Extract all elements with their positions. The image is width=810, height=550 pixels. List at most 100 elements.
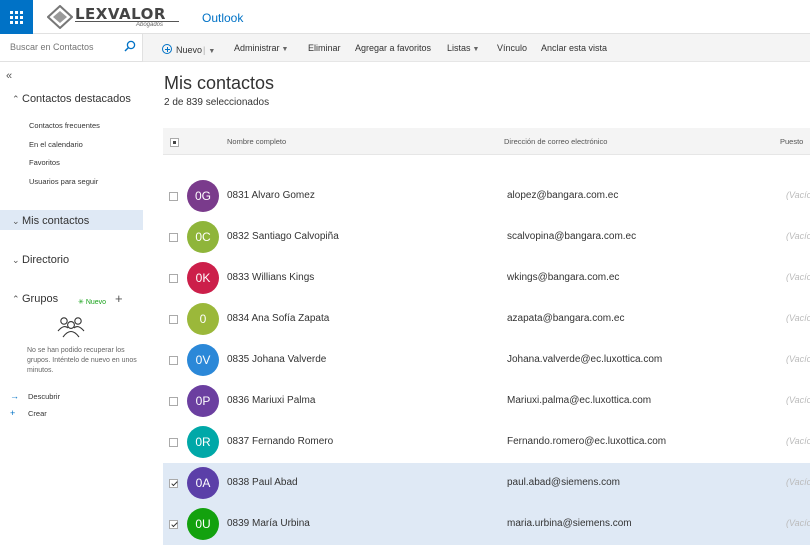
column-header-name[interactable]: Nombre completo <box>227 137 286 146</box>
table-row[interactable]: 0U 0839 María Urbina maria.urbina@siemens.… <box>163 504 810 545</box>
avatar: 0K <box>187 262 219 294</box>
row-checkbox[interactable] <box>169 438 178 447</box>
contact-name: 0837 Fernando Romero <box>227 436 334 447</box>
table-row[interactable]: 0G 0831 Alvaro Gomez alopez@bangara.com.ec… <box>163 176 810 217</box>
contact-name: 0835 Johana Valverde <box>227 354 327 365</box>
avatar: 0V <box>187 344 219 376</box>
chevron-down-icon: ▼ <box>281 46 289 53</box>
discover-groups-link[interactable]: → Descubrir <box>10 391 60 401</box>
link-button[interactable]: Vínculo <box>497 43 527 53</box>
company-logo[interactable]: LEXVALOR Abogados <box>47 4 182 32</box>
nav-my-contacts[interactable]: ⌄ Mis contactos <box>12 215 89 227</box>
table-row[interactable]: 0R 0837 Fernando Romero Fernando.romero@ec… <box>163 422 810 463</box>
row-checkbox[interactable] <box>169 233 178 242</box>
contact-position: (Vacío) <box>786 518 810 528</box>
avatar: 0P <box>187 385 219 417</box>
nav-on-calendar[interactable]: En el calendario <box>29 140 83 149</box>
new-button[interactable]: Nuevo| ▼ <box>162 43 215 55</box>
row-checkbox[interactable] <box>169 315 178 324</box>
contact-name: 0831 Alvaro Gomez <box>227 190 315 201</box>
column-header-position[interactable]: Puesto <box>780 137 803 146</box>
top-bar: LEXVALOR Abogados Outlook <box>0 0 810 34</box>
delete-button[interactable]: Eliminar <box>308 43 341 53</box>
table-row[interactable]: 0 0834 Ana Sofía Zapata azapata@bangara.co… <box>163 299 810 340</box>
page-title: Mis contactos <box>164 73 275 93</box>
contact-name: 0839 María Urbina <box>227 518 310 529</box>
contact-position: (Vacío) <box>786 231 810 241</box>
chevron-down-icon[interactable]: ▼ <box>208 48 215 55</box>
table-row[interactable]: 0K 0833 Willians Kings wkings@bangara.com.… <box>163 258 810 299</box>
add-circle-icon <box>162 44 172 54</box>
nav-favorites[interactable]: Favoritos <box>29 158 60 167</box>
nav-frequent-contacts[interactable]: Contactos frecuentes <box>29 121 100 130</box>
row-checkbox[interactable] <box>169 274 178 283</box>
manage-button[interactable]: Administrar ▼ <box>234 43 288 53</box>
search-icon[interactable] <box>124 40 136 52</box>
arrow-right-icon: → <box>10 391 19 401</box>
contact-position: (Vacío) <box>786 477 810 487</box>
left-navigation: « ⌃ Contactos destacados Contactos frecue… <box>0 62 143 550</box>
table-header: Nombre completo Dirección de correo elec… <box>163 128 810 155</box>
contact-name: 0834 Ana Sofía Zapata <box>227 313 330 324</box>
chevron-down-icon: ⌄ <box>12 255 20 265</box>
app-launcher-button[interactable] <box>0 0 33 34</box>
contact-email: alopez@bangara.com.ec <box>507 190 619 201</box>
column-header-email[interactable]: Dirección de correo electrónico <box>504 137 607 146</box>
contact-name: 0833 Willians Kings <box>227 272 315 283</box>
contact-email: azapata@bangara.com.ec <box>507 313 625 324</box>
add-group-button[interactable]: + <box>115 291 123 306</box>
contact-email: paul.abad@siemens.com <box>507 477 620 488</box>
logo-subtext: Abogados <box>136 22 164 28</box>
nav-people-to-follow[interactable]: Usuarios para seguir <box>29 177 98 186</box>
avatar: 0A <box>187 467 219 499</box>
avatar: 0C <box>187 221 219 253</box>
nav-featured-contacts[interactable]: ⌃ Contactos destacados <box>12 93 131 105</box>
contact-email: maria.urbina@siemens.com <box>507 518 632 529</box>
collapse-pane-button[interactable]: « <box>6 70 12 82</box>
selection-count: 2 de 839 seleccionados <box>164 97 270 108</box>
contact-name: 0836 Mariuxi Palma <box>227 395 316 406</box>
contact-name: 0838 Paul Abad <box>227 477 298 488</box>
contact-position: (Vacío) <box>786 354 810 364</box>
chevron-down-icon: ⌄ <box>12 216 20 226</box>
contact-position: (Vacío) <box>786 395 810 405</box>
search-input[interactable] <box>10 42 120 52</box>
app-name[interactable]: Outlook <box>202 11 243 25</box>
contact-position: (Vacío) <box>786 313 810 323</box>
new-group-link[interactable]: ✳ Nuevo <box>78 298 106 306</box>
nav-directory[interactable]: ⌄ Directorio <box>12 254 69 266</box>
add-to-favorites-button[interactable]: Agregar a favoritos <box>355 43 431 53</box>
select-all-checkbox[interactable] <box>170 138 179 147</box>
pin-view-button[interactable]: Anclar esta vista <box>541 43 607 53</box>
chevron-up-icon: ⌃ <box>12 294 20 304</box>
row-checkbox[interactable] <box>169 192 178 201</box>
row-checkbox[interactable] <box>169 356 178 365</box>
contact-name: 0832 Santiago Calvopiña <box>227 231 339 242</box>
create-group-link[interactable]: + Crear <box>10 408 47 418</box>
avatar: 0 <box>187 303 219 335</box>
contact-email: Fernando.romero@ec.luxottica.com <box>507 436 667 447</box>
contact-position: (Vacío) <box>786 436 810 446</box>
plus-icon: + <box>10 408 16 418</box>
contacts-list: 0G 0831 Alvaro Gomez alopez@bangara.com.ec… <box>163 176 810 545</box>
row-checkbox[interactable] <box>169 397 178 406</box>
row-checkbox[interactable] <box>169 479 178 488</box>
table-row[interactable]: 0A 0838 Paul Abad paul.abad@siemens.com (Va… <box>163 463 810 504</box>
command-bar: Nuevo| ▼ Administrar ▼ Eliminar Agregar a … <box>143 34 810 62</box>
contact-email: wkings@bangara.com.ec <box>507 272 620 283</box>
table-row[interactable]: 0C 0832 Santiago Calvopiña scalvopina@bang… <box>163 217 810 258</box>
avatar: 0U <box>187 508 219 540</box>
contacts-search <box>0 34 143 62</box>
contact-email: scalvopina@bangara.com.ec <box>507 231 637 242</box>
chevron-up-icon: ⌃ <box>12 94 20 104</box>
logo-mark-icon <box>47 5 73 29</box>
nav-groups[interactable]: ⌃ Grupos <box>12 293 58 305</box>
waffle-icon <box>10 10 23 24</box>
lists-button[interactable]: Listas ▼ <box>447 43 479 53</box>
table-row[interactable]: 0P 0836 Mariuxi Palma Mariuxi.palma@ec.lux… <box>163 381 810 422</box>
contact-position: (Vacío) <box>786 272 810 282</box>
row-checkbox[interactable] <box>169 520 178 529</box>
contact-email: Mariuxi.palma@ec.luxottica.com <box>507 395 652 406</box>
groups-icon <box>57 317 85 338</box>
table-row[interactable]: 0V 0835 Johana Valverde Johana.valverde@ec… <box>163 340 810 381</box>
